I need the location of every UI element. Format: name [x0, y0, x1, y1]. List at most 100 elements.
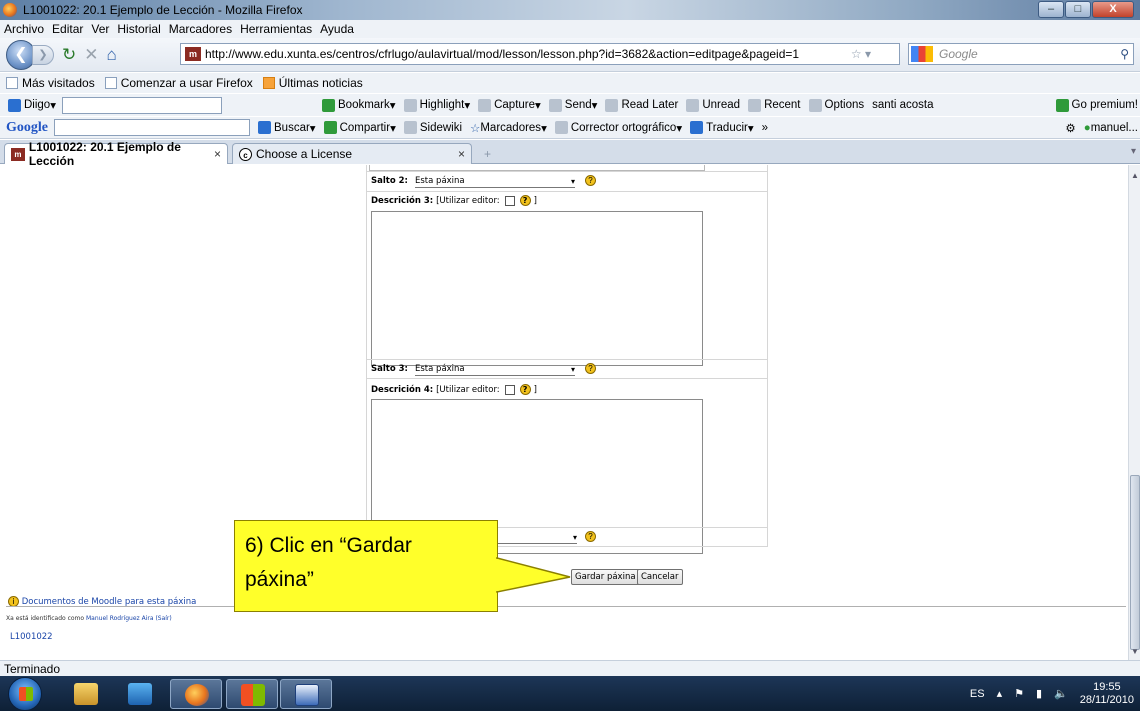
- salto-2-row: Salto 2:: [371, 176, 408, 186]
- taskbar-media-player[interactable]: [114, 679, 166, 709]
- window-title-bar[interactable]: L1001022: 20.1 Ejemplo de Lección - Mozi…: [0, 0, 1140, 20]
- toolbar-options[interactable]: Options: [808, 98, 864, 112]
- toolbar-capture[interactable]: Capture ▾: [478, 98, 541, 112]
- language-indicator[interactable]: ES: [970, 688, 985, 700]
- salto-4-select[interactable]: ▾: [497, 532, 577, 544]
- tab-close-icon[interactable]: ×: [214, 147, 221, 161]
- maximize-button[interactable]: □: [1065, 1, 1091, 18]
- logout-link[interactable]: (Saír): [155, 615, 171, 622]
- search-box[interactable]: Google ⚲: [908, 43, 1134, 65]
- toolbar-compartir[interactable]: Compartir ▾: [323, 121, 396, 135]
- taskbar-firefox[interactable]: [170, 679, 222, 709]
- toolbar-label: Read Later: [621, 99, 679, 111]
- status-bar: Terminado: [0, 660, 1140, 676]
- toolbar-bookmark[interactable]: Bookmark ▾: [322, 98, 396, 112]
- cancel-button[interactable]: Cancelar: [637, 569, 683, 585]
- new-tab-icon[interactable]: +: [484, 147, 491, 161]
- toolbar-user[interactable]: santi acosta: [872, 99, 933, 111]
- toolbar-read-later[interactable]: Read Later: [605, 98, 679, 112]
- system-tray: ES ▴ ⚑ ▮ 🔈 19:55 28/11/2010: [958, 676, 1134, 711]
- close-button[interactable]: X: [1092, 1, 1134, 18]
- salto-2-select[interactable]: Esta páxina ▾: [415, 176, 575, 188]
- menu-historial[interactable]: Historial: [117, 22, 160, 36]
- save-page-button[interactable]: Gardar páxina: [571, 569, 640, 585]
- diigo-search-input[interactable]: [62, 96, 222, 114]
- use-editor-checkbox[interactable]: [504, 195, 515, 206]
- lesson-edit-form: Salto 2: Esta páxina ▾ ? Descrición 3: […: [366, 165, 768, 554]
- tab-list-icon[interactable]: ▾: [1131, 146, 1136, 157]
- toolbar-more[interactable]: »: [762, 122, 768, 134]
- toolbar-label: Go premium!: [1071, 99, 1138, 111]
- help-icon[interactable]: ?: [585, 531, 596, 542]
- google-search-engine-icon[interactable]: [911, 46, 933, 62]
- creative-commons-icon: c: [239, 147, 252, 161]
- user-profile-link[interactable]: Manuel Rodríguez Aira: [86, 615, 154, 622]
- help-icon[interactable]: ?: [585, 363, 596, 374]
- url-text: http://www.edu.xunta.es/centros/cfrlugo/…: [205, 47, 800, 61]
- action-center-flag-icon[interactable]: ⚑: [1014, 687, 1024, 700]
- taskbar-word[interactable]: [280, 679, 332, 709]
- taskbar-windows-app[interactable]: [226, 679, 278, 709]
- menu-archivo[interactable]: Archivo: [4, 22, 44, 36]
- show-hidden-icons-icon[interactable]: ▴: [997, 687, 1003, 700]
- divider: [367, 359, 767, 360]
- use-editor-checkbox[interactable]: [504, 384, 515, 395]
- page-scrollbar[interactable]: ▲ ▼: [1128, 165, 1140, 660]
- diigo-menu[interactable]: Diigo ▾: [8, 98, 56, 112]
- forward-button[interactable]: ❯: [32, 44, 54, 65]
- menu-ayuda[interactable]: Ayuda: [320, 22, 354, 36]
- toolbar-highlight[interactable]: Highlight ▾: [403, 98, 470, 112]
- tab-close-icon[interactable]: ×: [458, 147, 465, 161]
- reload-icon[interactable]: ↻: [62, 45, 76, 65]
- bookmark-star-icon[interactable]: ☆ ▾: [851, 47, 871, 61]
- toolbar-unread[interactable]: Unread: [686, 98, 740, 112]
- navigation-toolbar: ❮ ❯ ↻ ✕ ⌂ m http://www.edu.xunta.es/cent…: [0, 38, 1140, 72]
- page-icon: [104, 77, 117, 89]
- toolbar-sidewiki[interactable]: Sidewiki: [403, 121, 462, 134]
- google-account-menu[interactable]: ⚙ ● manuel...: [1065, 121, 1138, 135]
- home-icon[interactable]: ⌂: [107, 45, 117, 65]
- start-button[interactable]: [8, 677, 42, 711]
- volume-icon[interactable]: 🔈: [1054, 687, 1068, 700]
- toolbar-corrector[interactable]: Corrector ortográfico ▾: [554, 121, 682, 135]
- minimize-button[interactable]: –: [1038, 1, 1064, 18]
- tab-choose-license[interactable]: c Choose a License × +: [232, 143, 491, 164]
- toolbar-marcadores[interactable]: ☆ Marcadores ▾: [470, 121, 547, 135]
- tab-lesson[interactable]: m L1001022: 20.1 Ejemplo de Lección ×: [4, 140, 228, 168]
- toolbar-label: Corrector ortográfico: [570, 121, 677, 134]
- battery-icon[interactable]: ▮: [1036, 687, 1042, 700]
- help-icon[interactable]: ?: [519, 195, 531, 206]
- bookmark-comenzar-firefox[interactable]: Comenzar a usar Firefox: [104, 76, 253, 90]
- toolbar-recent[interactable]: Recent: [748, 98, 801, 112]
- menu-herramientas[interactable]: Herramientas: [240, 22, 312, 36]
- menu-marcadores[interactable]: Marcadores: [169, 22, 232, 36]
- toolbar-traducir[interactable]: Traducir ▾: [690, 121, 754, 135]
- scroll-up-icon[interactable]: ▲: [1131, 171, 1139, 180]
- url-bar[interactable]: m http://www.edu.xunta.es/centros/cfrlug…: [180, 43, 900, 65]
- google-logo[interactable]: Google: [6, 120, 48, 136]
- go-premium-button[interactable]: Go premium!: [1055, 98, 1138, 112]
- bookmark-ultimas-noticias[interactable]: Últimas noticias: [262, 76, 363, 90]
- scroll-down-icon[interactable]: ▼: [1131, 647, 1139, 656]
- toolbar-send[interactable]: Send ▾: [548, 98, 597, 112]
- toolbar-buscar[interactable]: Buscar ▾: [258, 121, 316, 135]
- clock-date: 28/11/2010: [1079, 693, 1134, 706]
- course-link[interactable]: L1001022: [10, 632, 53, 642]
- diigo-toolbar: Diigo ▾ Bookmark ▾ Highlight ▾ Capture ▾ Sen…: [0, 94, 1140, 116]
- menu-ver[interactable]: Ver: [91, 22, 109, 36]
- clock[interactable]: 19:55 28/11/2010: [1080, 681, 1134, 707]
- descricion-3-textarea[interactable]: [371, 211, 703, 366]
- help-icon[interactable]: ?: [519, 384, 531, 395]
- scroll-thumb[interactable]: [1130, 475, 1140, 650]
- taskbar-explorer[interactable]: [60, 679, 112, 709]
- wrench-icon[interactable]: ⚙: [1065, 121, 1075, 135]
- salto-3-select[interactable]: Esta páxina ▾: [415, 364, 575, 376]
- google-toolbar-search-input[interactable]: [54, 119, 250, 136]
- stop-icon[interactable]: ✕: [84, 45, 98, 65]
- help-icon[interactable]: ?: [585, 175, 596, 186]
- menu-editar[interactable]: Editar: [52, 22, 83, 36]
- search-icon[interactable]: ⚲: [1120, 47, 1129, 61]
- bookmark-mas-visitados[interactable]: Más visitados: [6, 76, 95, 90]
- translate-icon: [690, 121, 704, 134]
- highlight-icon: [403, 98, 417, 112]
